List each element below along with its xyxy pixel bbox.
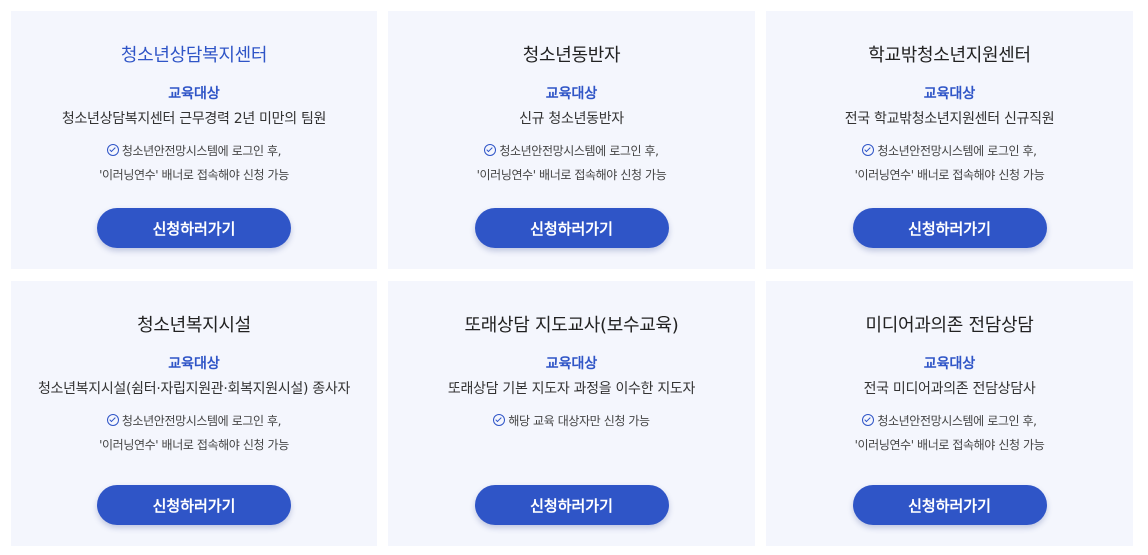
note-line-1: 청소년안전망시스템에 로그인 후, (766, 139, 1133, 163)
note-text-1: 청소년안전망시스템에 로그인 후, (121, 414, 282, 428)
card-title: 미디어과의존 전담상담 (865, 315, 1034, 336)
program-card-grid: 청소년상담복지센터 교육대상 청소년상담복지센터 근무경력 2년 미만의 팀원 … (0, 0, 1148, 555)
application-note: 청소년안전망시스템에 로그인 후, '이러닝연수' 배너로 접속해야 신청 가능 (766, 139, 1133, 187)
apply-button[interactable]: 신청하러가기 (852, 485, 1047, 525)
apply-button[interactable]: 신청하러가기 (852, 208, 1047, 248)
note-line-2: '이러닝연수' 배너로 접속해야 신청 가능 (99, 438, 289, 452)
apply-button[interactable]: 신청하러가기 (97, 208, 291, 248)
target-label: 교육대상 (545, 86, 598, 102)
note-text-1: 청소년안전망시스템에 로그인 후, (877, 414, 1037, 428)
program-card-media-overdependence-counseling: 미디어과의존 전담상담 교육대상 전국 미디어과의존 전담상담사 청소년안전망시… (766, 281, 1133, 546)
check-circle-icon (862, 414, 875, 426)
apply-button[interactable]: 신청하러가기 (97, 485, 291, 525)
note-line-2: '이러닝연수' 배너로 접속해야 신청 가능 (476, 168, 667, 182)
target-description: 전국 학교밖청소년지원센터 신규직원 (844, 111, 1055, 127)
note-line-1: 청소년안전망시스템에 로그인 후, (766, 409, 1133, 433)
note-line-2: '이러닝연수' 배너로 접속해야 신청 가능 (854, 438, 1045, 452)
card-title: 청소년복지시설 (137, 315, 251, 336)
check-circle-icon (484, 144, 497, 156)
program-card-youth-welfare-facility: 청소년복지시설 교육대상 청소년복지시설(쉼터·자립지원관·회복지원시설) 종사… (11, 281, 377, 546)
card-title: 학교밖청소년지원센터 (868, 45, 1031, 66)
check-circle-icon (862, 144, 875, 156)
program-card-youth-companion: 청소년동반자 교육대상 신규 청소년동반자 청소년안전망시스템에 로그인 후, … (388, 11, 755, 269)
card-title: 청소년상담복지센터 (120, 45, 268, 66)
application-note: 해당 교육 대상자만 신청 가능 (388, 409, 755, 433)
note-line-1: 해당 교육 대상자만 신청 가능 (388, 409, 755, 433)
target-description: 청소년복지시설(쉼터·자립지원관·회복지원시설) 종사자 (37, 381, 351, 397)
note-line-1: 청소년안전망시스템에 로그인 후, (11, 409, 377, 433)
program-card-out-of-school-youth-center: 학교밖청소년지원센터 교육대상 전국 학교밖청소년지원센터 신규직원 청소년안전… (766, 11, 1133, 269)
target-label: 교육대상 (545, 356, 598, 372)
target-label: 교육대상 (168, 356, 220, 372)
check-circle-icon (106, 414, 119, 426)
note-text-1: 청소년안전망시스템에 로그인 후, (499, 144, 659, 158)
application-note: 청소년안전망시스템에 로그인 후, '이러닝연수' 배너로 접속해야 신청 가능 (766, 409, 1133, 457)
target-description: 전국 미디어과의존 전담상담사 (863, 381, 1036, 397)
note-line-1: 청소년안전망시스템에 로그인 후, (11, 139, 377, 163)
target-description: 또래상담 기본 지도자 과정을 이수한 지도자 (447, 381, 696, 397)
note-line-1: 청소년안전망시스템에 로그인 후, (388, 139, 755, 163)
apply-button[interactable]: 신청하러가기 (474, 485, 669, 525)
application-note: 청소년안전망시스템에 로그인 후, '이러닝연수' 배너로 접속해야 신청 가능 (11, 409, 377, 457)
check-circle-icon (106, 144, 119, 156)
target-description: 청소년상담복지센터 근무경력 2년 미만의 팀원 (61, 111, 327, 127)
program-card-peer-counseling-teacher: 또래상담 지도교사(보수교육) 교육대상 또래상담 기본 지도자 과정을 이수한… (388, 281, 755, 546)
target-description: 신규 청소년동반자 (519, 111, 624, 127)
note-line-2: '이러닝연수' 배너로 접속해야 신청 가능 (854, 168, 1045, 182)
card-title: 청소년동반자 (522, 45, 621, 66)
target-label: 교육대상 (923, 86, 976, 102)
application-note: 청소년안전망시스템에 로그인 후, '이러닝연수' 배너로 접속해야 신청 가능 (11, 139, 377, 187)
note-line-2: '이러닝연수' 배너로 접속해야 신청 가능 (99, 168, 289, 182)
note-text-1: 해당 교육 대상자만 신청 가능 (508, 414, 650, 428)
target-label: 교육대상 (168, 86, 220, 102)
note-text-1: 청소년안전망시스템에 로그인 후, (877, 144, 1037, 158)
note-text-1: 청소년안전망시스템에 로그인 후, (121, 144, 282, 158)
card-title: 또래상담 지도교사(보수교육) (464, 315, 679, 336)
apply-button[interactable]: 신청하러가기 (474, 208, 669, 248)
application-note: 청소년안전망시스템에 로그인 후, '이러닝연수' 배너로 접속해야 신청 가능 (388, 139, 755, 187)
target-label: 교육대상 (923, 356, 976, 372)
check-circle-icon (493, 414, 506, 426)
program-card-youth-counseling-center: 청소년상담복지센터 교육대상 청소년상담복지센터 근무경력 2년 미만의 팀원 … (11, 11, 377, 269)
